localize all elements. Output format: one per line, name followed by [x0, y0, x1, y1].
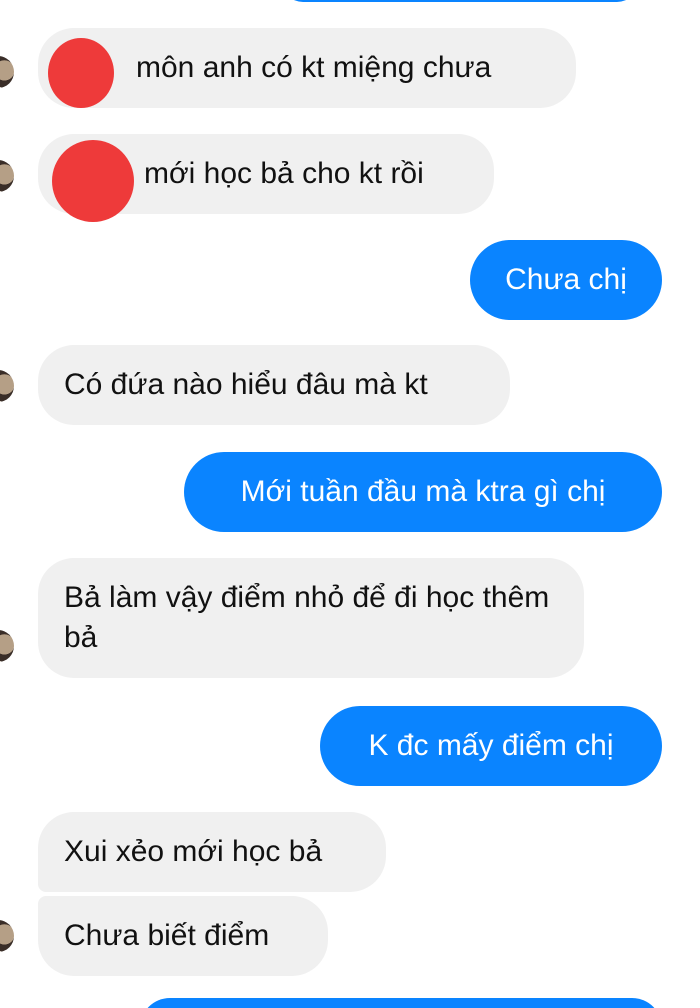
message-text: Chưa biết điểm: [64, 919, 270, 952]
message-text: Có đứa nào hiểu đâu mà kt: [64, 368, 428, 401]
message-bubble-outgoing-partial[interactable]: [140, 998, 662, 1008]
message-text: K đc mấy điểm chị: [368, 729, 614, 762]
message-bubble-incoming[interactable]: Bả làm vậy điểm nhỏ để đi học thêm bả: [38, 558, 584, 678]
message-bubble-incoming[interactable]: Có đứa nào hiểu đâu mà kt: [38, 345, 510, 425]
message-bubble-outgoing[interactable]: Mới tuần đầu mà ktra gì chị: [184, 452, 662, 532]
message-bubble-outgoing[interactable]: K đc mấy điểm chị: [320, 706, 662, 786]
message-bubble-incoming[interactable]: Chưa biết điểm: [38, 896, 328, 976]
message-bubble-incoming[interactable]: Xui xẻo mới học bả: [38, 812, 386, 892]
message-thread: môn anh có kt miệng chưa mới học bả cho …: [0, 0, 700, 1008]
message-bubble-outgoing-partial[interactable]: [282, 0, 638, 2]
message-bubble-incoming[interactable]: môn anh có kt miệng chưa: [38, 28, 576, 108]
message-text: Chưa chị: [505, 263, 627, 296]
message-text: Xui xẻo mới học bả: [64, 835, 323, 868]
message-text: Bả làm vậy điểm nhỏ để đi học thêm bả: [64, 581, 550, 654]
message-text: Mới tuần đầu mà ktra gì chị: [240, 475, 606, 508]
redaction-mark: [48, 38, 114, 108]
contact-avatar[interactable]: [0, 630, 14, 662]
message-text: mới học bả cho kt rồi: [144, 157, 424, 190]
message-bubble-outgoing[interactable]: Chưa chị: [470, 240, 662, 320]
contact-avatar[interactable]: [0, 160, 14, 192]
message-bubble-incoming[interactable]: mới học bả cho kt rồi: [38, 134, 494, 222]
contact-avatar[interactable]: [0, 920, 14, 952]
message-text: môn anh có kt miệng chưa: [136, 51, 492, 84]
redaction-mark: [52, 140, 134, 222]
contact-avatar[interactable]: [0, 370, 14, 402]
contact-avatar[interactable]: [0, 56, 14, 88]
